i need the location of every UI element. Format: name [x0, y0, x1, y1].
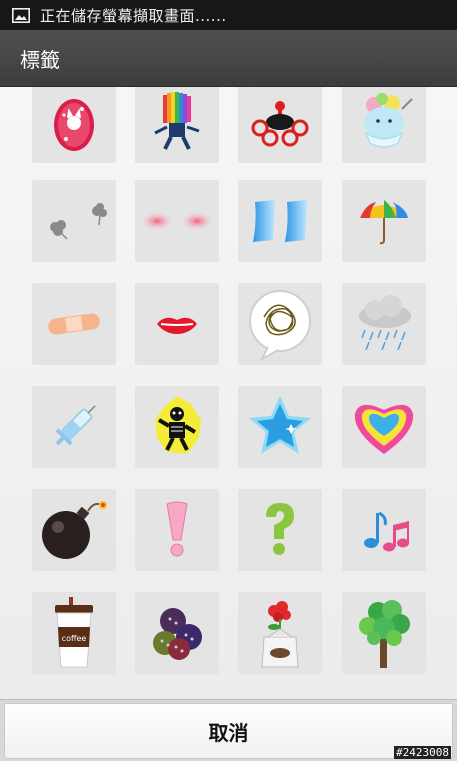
coffee-cup-icon: coffee [55, 597, 93, 668]
blue-star-sticker[interactable] [238, 386, 322, 468]
shaved-ice-sticker[interactable] [342, 87, 426, 163]
status-bar: 正在儲存螢幕擷取畫面...... [0, 0, 457, 30]
question-mark-icon [266, 503, 294, 555]
afro-runner-sticker[interactable] [135, 87, 219, 163]
bomb-icon [42, 501, 107, 559]
music-notes-sticker[interactable] [342, 489, 426, 571]
whale-waves-icon [251, 101, 309, 147]
cancel-button[interactable]: 取消 [4, 703, 453, 759]
page-title: 標籤 [20, 47, 60, 72]
question-mark-sticker[interactable] [238, 489, 322, 571]
status-text: 正在儲存螢幕擷取畫面...... [40, 6, 227, 25]
scribble-speech-bubble-sticker[interactable] [238, 283, 322, 365]
title-bar: 標籤 [0, 30, 457, 87]
smoke-puffs-icon [50, 203, 107, 240]
blush-cheeks-sticker[interactable] [135, 180, 219, 262]
watermark: #2423008 [394, 746, 451, 759]
smoke-puffs-sticker[interactable] [32, 180, 116, 262]
bandage-icon [48, 313, 100, 335]
whale-waves-sticker[interactable] [238, 87, 322, 163]
flower-pot-icon [261, 601, 299, 668]
coffee-label: coffee [62, 634, 87, 643]
rain-cloud-sticker[interactable] [342, 283, 426, 365]
afro-runner-icon [154, 92, 200, 150]
blue-star-icon [249, 396, 311, 454]
music-notes-icon [364, 511, 409, 552]
blue-sweat-drops-sticker[interactable] [238, 180, 322, 262]
red-lips-icon [157, 317, 197, 334]
umbrella-icon [360, 200, 408, 245]
exclamation-mark-sticker[interactable] [135, 489, 219, 571]
bomb-sticker[interactable] [32, 489, 116, 571]
exclamation-mark-icon [166, 501, 188, 557]
rain-cloud-icon [359, 295, 411, 351]
syringe-icon [55, 405, 96, 446]
cat-mirror-icon [54, 99, 94, 151]
red-lips-sticker[interactable] [135, 283, 219, 365]
sticker-grid[interactable]: coffee [0, 87, 457, 699]
blush-cheeks-icon [141, 212, 213, 230]
green-tree-icon [359, 600, 410, 668]
buttons-icon [153, 608, 202, 660]
electrocuted-skeleton-icon [155, 396, 201, 454]
blue-sweat-drops-icon [253, 200, 307, 242]
shaved-ice-icon [364, 93, 413, 148]
bandage-sticker[interactable] [32, 283, 116, 365]
coffee-cup-sticker[interactable]: coffee [32, 592, 116, 674]
buttons-sticker[interactable] [135, 592, 219, 674]
green-tree-sticker[interactable] [342, 592, 426, 674]
rainbow-heart-sticker[interactable] [342, 386, 426, 468]
rainbow-heart-icon [354, 404, 414, 454]
image-icon [12, 7, 30, 23]
footer-bar: 取消 [0, 699, 457, 761]
umbrella-sticker[interactable] [342, 180, 426, 262]
cat-mirror-sticker[interactable] [32, 87, 116, 163]
syringe-sticker[interactable] [32, 386, 116, 468]
scribble-speech-bubble-icon [249, 290, 311, 361]
flower-pot-sticker[interactable] [238, 592, 322, 674]
electrocuted-skeleton-sticker[interactable] [135, 386, 219, 468]
